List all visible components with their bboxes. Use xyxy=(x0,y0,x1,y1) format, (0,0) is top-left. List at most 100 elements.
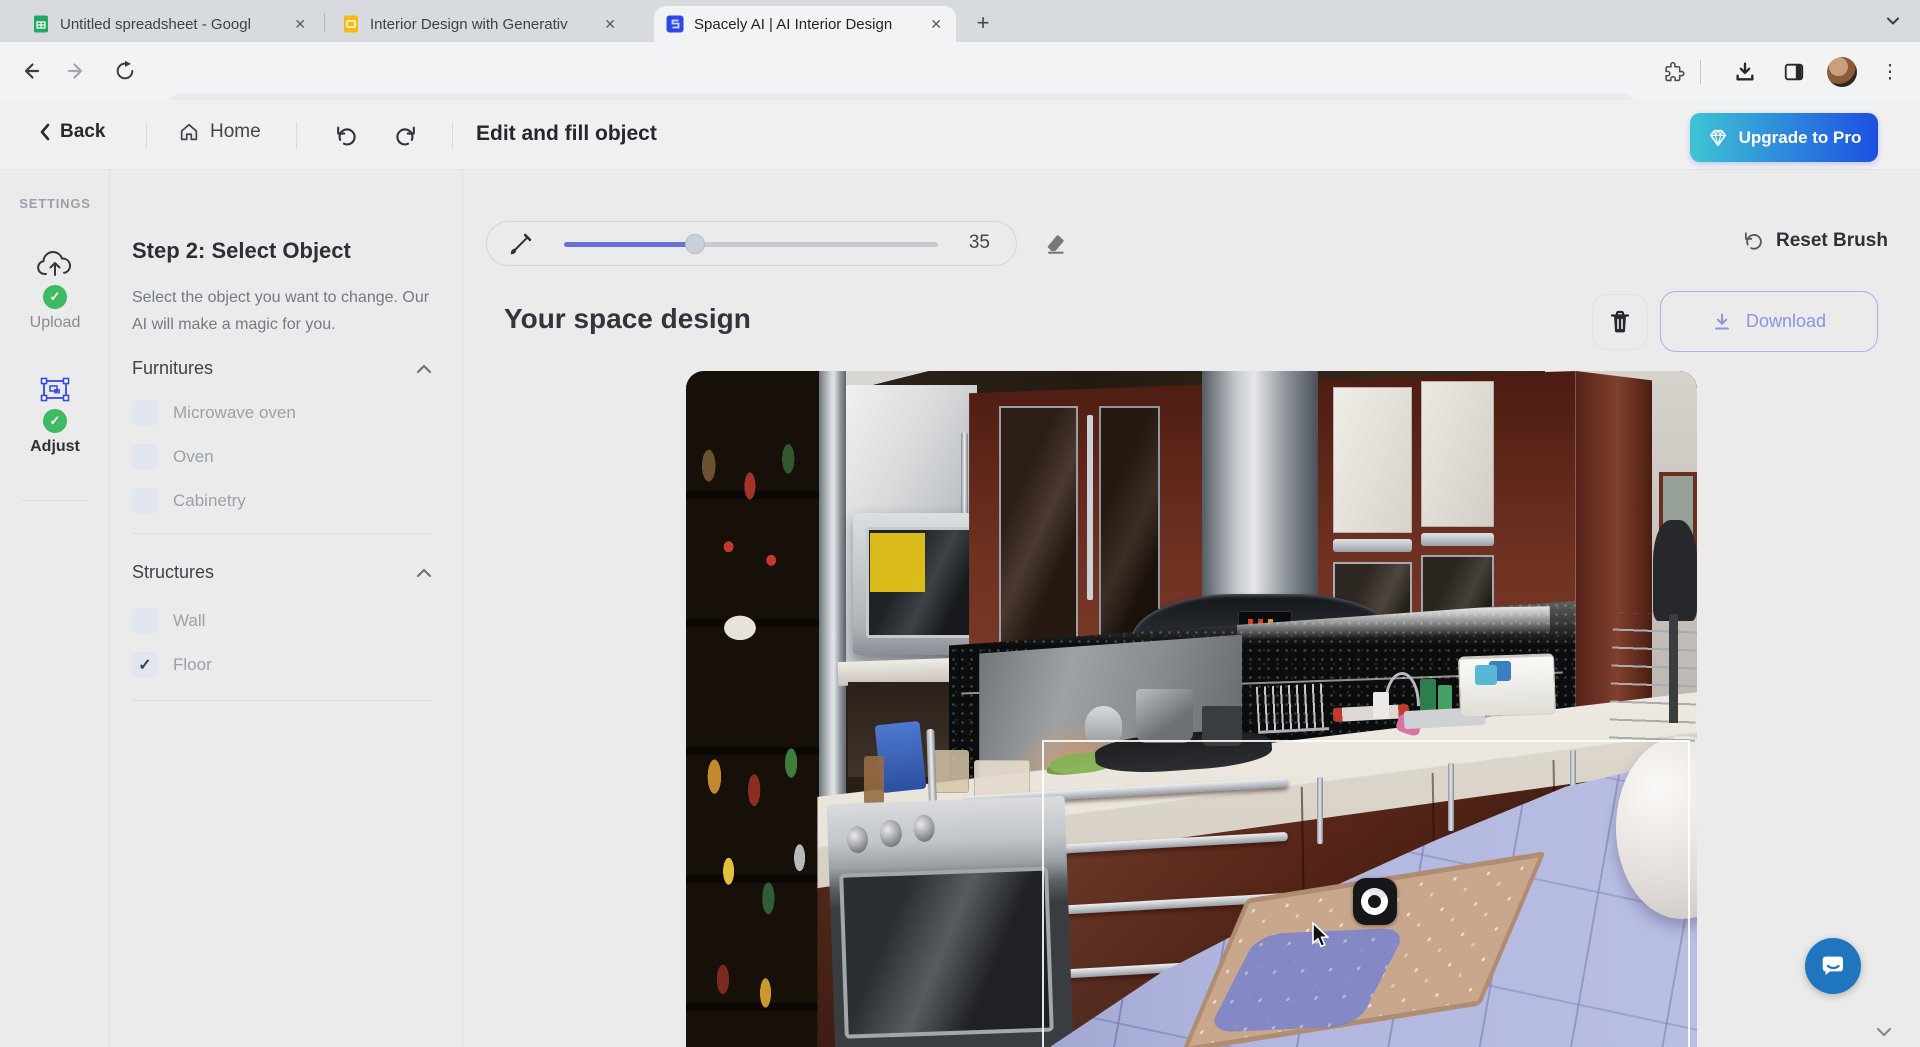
tab-title: Interior Design with Generativ xyxy=(370,16,568,33)
google-sheets-icon xyxy=(32,15,50,33)
counter-item-white-tub xyxy=(1458,653,1556,717)
home-button[interactable]: Home xyxy=(178,121,261,143)
reset-brush-button[interactable]: Reset Brush xyxy=(1742,230,1888,252)
undo-button[interactable] xyxy=(330,120,362,152)
brush-toolbar: 35 xyxy=(486,221,1017,266)
checkbox[interactable]: ✓ xyxy=(132,488,158,514)
tab-search-chevron-icon[interactable] xyxy=(1884,12,1902,35)
brush-size-value: 35 xyxy=(969,232,990,254)
checkbox-row-oven[interactable]: ✓ Oven xyxy=(132,442,214,472)
brush-size-slider[interactable] xyxy=(564,242,938,247)
download-label: Download xyxy=(1746,311,1826,332)
new-tab-button[interactable]: + xyxy=(968,8,998,38)
app-toolbar: Back Home Edit and fill object xyxy=(0,100,1920,170)
counter-item-dish-rack xyxy=(1256,684,1329,735)
close-icon[interactable]: ✕ xyxy=(928,16,944,33)
browser-forward-button[interactable] xyxy=(60,54,94,88)
panel-divider xyxy=(132,533,432,534)
sidebar-item-upload[interactable]: ✓ Upload xyxy=(0,250,110,332)
upload-complete-badge: ✓ xyxy=(43,285,67,309)
tab-title: Spacely AI | AI Interior Design xyxy=(694,16,892,33)
browser-back-button[interactable] xyxy=(13,54,47,88)
checkbox-label: Oven xyxy=(173,447,214,467)
delete-design-button[interactable] xyxy=(1592,294,1648,350)
panel-divider xyxy=(132,700,432,701)
oven-knob xyxy=(846,826,868,854)
kitchen-hood-chimney xyxy=(1202,371,1318,621)
adjust-complete-badge: ✓ xyxy=(43,409,67,433)
download-button[interactable]: Download xyxy=(1660,291,1878,352)
cabinet-handle xyxy=(1333,539,1412,552)
profile-avatar[interactable] xyxy=(1824,54,1860,90)
mouse-cursor xyxy=(1311,922,1333,952)
reload-button[interactable] xyxy=(108,54,142,88)
checkbox-row-wall[interactable]: ✓ Wall xyxy=(132,606,205,636)
tab-strip: Untitled spreadsheet - Googl ✕ Interior … xyxy=(0,0,1920,42)
eraser-button[interactable] xyxy=(1038,227,1072,261)
close-icon[interactable]: ✕ xyxy=(292,16,308,33)
cloud-upload-icon xyxy=(36,250,74,280)
checkbox[interactable]: ✓ xyxy=(132,652,158,678)
checkbox-row-cabinetry[interactable]: ✓ Cabinetry xyxy=(132,486,246,516)
tab-untitled-spreadsheet[interactable]: Untitled spreadsheet - Googl ✕ xyxy=(20,6,320,42)
download-icon xyxy=(1712,312,1732,332)
checkbox-row-floor[interactable]: ✓ Floor xyxy=(132,650,212,680)
counter-item-kettle xyxy=(1085,706,1121,743)
checkbox[interactable]: ✓ xyxy=(132,444,158,470)
section-label: Furnitures xyxy=(132,358,213,379)
step-title: Step 2: Select Object xyxy=(132,238,351,264)
microwave-sticker xyxy=(870,533,925,593)
tab-spacely-active[interactable]: Spacely AI | AI Interior Design ✕ xyxy=(654,6,956,42)
counter-item-soap xyxy=(1373,692,1388,719)
section-structures[interactable]: Structures xyxy=(132,562,432,583)
home-label: Home xyxy=(210,121,261,143)
sidebar-item-adjust[interactable]: ✓ Adjust xyxy=(0,376,110,456)
home-icon xyxy=(178,121,200,143)
adjust-label: Adjust xyxy=(30,438,80,456)
counter-item-green-bottle xyxy=(1420,679,1436,713)
downloads-icon[interactable] xyxy=(1727,54,1763,90)
checkbox[interactable]: ✓ xyxy=(132,400,158,426)
counter-item-blue-cups xyxy=(1475,665,1497,685)
side-panel-icon[interactable] xyxy=(1776,54,1812,90)
back-button[interactable]: Back xyxy=(38,121,105,143)
oven-door xyxy=(838,867,1053,1039)
redo-button[interactable] xyxy=(390,120,422,152)
kitchen-oven xyxy=(826,796,1072,1047)
slider-fill xyxy=(564,242,695,247)
browser-toolbar: spacely.ai/app/tool/edit-and-fill ☆ ⋮ xyxy=(0,42,1920,100)
appbar-divider xyxy=(146,122,147,149)
upgrade-to-pro-button[interactable]: Upgrade to Pro xyxy=(1690,113,1878,162)
back-label: Back xyxy=(60,121,105,143)
chevron-up-icon xyxy=(416,568,432,578)
chat-widget-button[interactable] xyxy=(1805,938,1861,994)
upload-label: Upload xyxy=(30,314,81,332)
google-slides-icon xyxy=(342,15,360,33)
checkbox-label: Wall xyxy=(173,611,205,631)
chevron-up-icon xyxy=(416,364,432,374)
scroll-down-chevron-icon[interactable] xyxy=(1874,1024,1894,1045)
tab-separator xyxy=(324,13,325,32)
extensions-puzzle-icon[interactable] xyxy=(1656,54,1692,90)
checkbox[interactable]: ✓ xyxy=(132,608,158,634)
eraser-icon xyxy=(1042,231,1068,257)
cabinet-handle xyxy=(1421,533,1494,546)
section-furnitures[interactable]: Furnitures xyxy=(132,358,432,379)
trash-icon xyxy=(1608,309,1632,335)
upper-cabinet-glass-door xyxy=(999,406,1078,647)
checkbox-label: Floor xyxy=(173,655,212,675)
tab-interior-design-doc[interactable]: Interior Design with Generativ ✕ xyxy=(330,6,630,42)
appbar-divider xyxy=(296,122,297,149)
counter-item-stock-pot xyxy=(1136,689,1193,743)
brush-icon[interactable] xyxy=(507,232,533,258)
checkbox-row-microwave-oven[interactable]: ✓ Microwave oven xyxy=(132,398,296,428)
brush-cursor xyxy=(1353,878,1397,925)
spacely-favicon xyxy=(666,15,684,33)
design-canvas[interactable] xyxy=(686,371,1697,1047)
settings-rail: SETTINGS ✓ Upload ✓ Adjust xyxy=(0,170,110,1047)
browser-menu-icon[interactable]: ⋮ xyxy=(1872,54,1908,90)
close-icon[interactable]: ✕ xyxy=(602,16,618,33)
checkbox-label: Microwave oven xyxy=(173,403,296,423)
slider-thumb[interactable] xyxy=(685,234,705,254)
rail-divider xyxy=(22,500,88,501)
